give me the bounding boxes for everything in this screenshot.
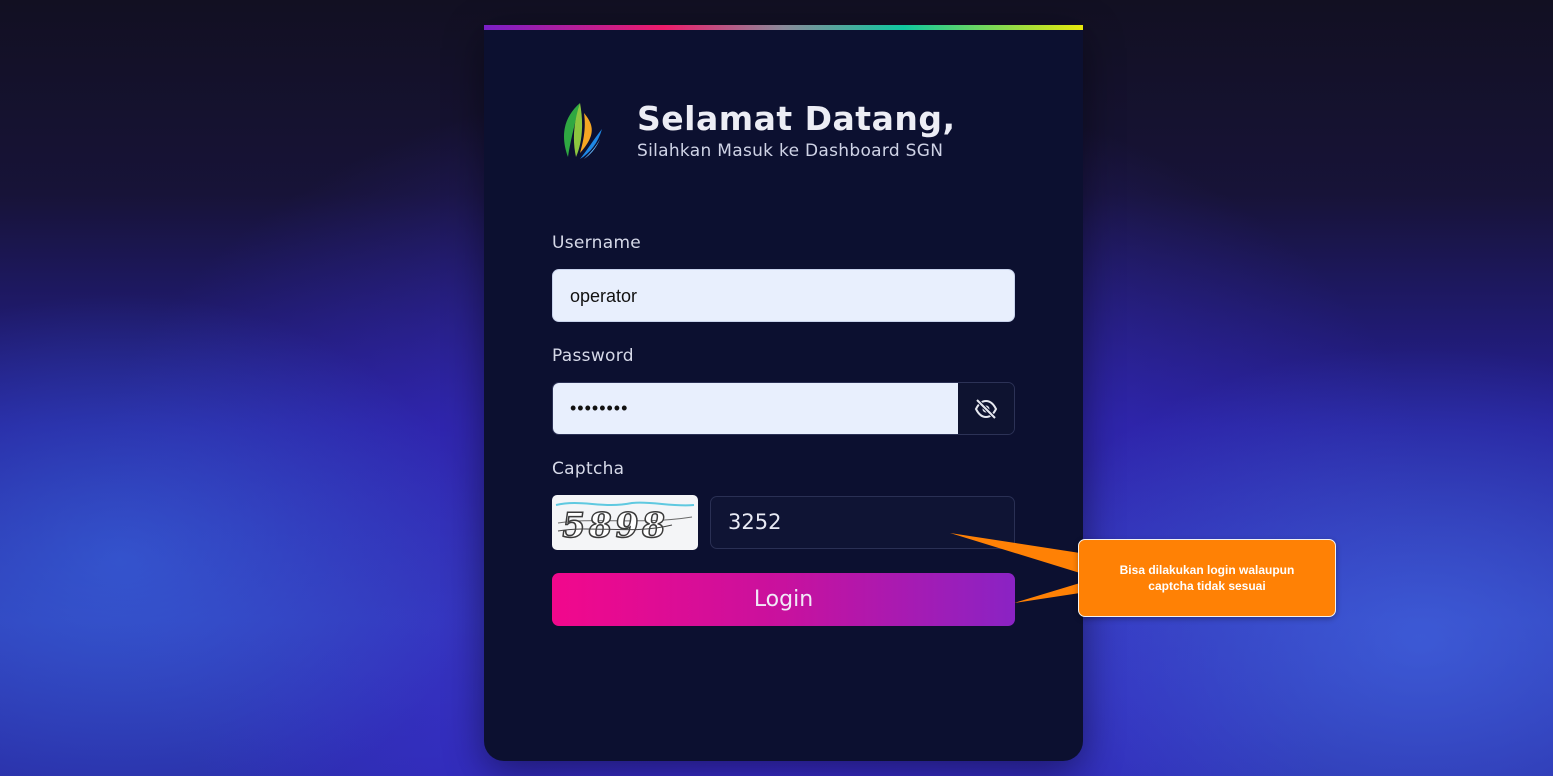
callout-pointer bbox=[950, 533, 1080, 603]
login-card: Selamat Datang, Silahkan Masuk ke Dashbo… bbox=[484, 25, 1083, 761]
captcha-graphic: 5898 bbox=[555, 501, 695, 547]
toggle-password-visibility-button[interactable] bbox=[958, 383, 1014, 434]
eye-slash-icon bbox=[974, 398, 998, 419]
page-subtitle: Silahkan Masuk ke Dashboard SGN bbox=[637, 141, 944, 161]
captcha-label: Captcha bbox=[552, 459, 625, 479]
captcha-image-text: 5898 bbox=[559, 506, 671, 546]
page-title: Selamat Datang, bbox=[637, 99, 956, 138]
captcha-image: 5898 bbox=[552, 495, 698, 550]
username-input[interactable]: operator bbox=[552, 269, 1015, 322]
password-input[interactable]: •••••••• bbox=[553, 383, 958, 434]
password-label: Password bbox=[552, 346, 634, 366]
password-field-group: •••••••• bbox=[552, 382, 1015, 435]
sgn-leaf-logo-icon bbox=[564, 103, 602, 159]
username-label: Username bbox=[552, 233, 642, 253]
annotation-callout: Bisa dilakukan login walaupun captcha ti… bbox=[1078, 539, 1336, 617]
rainbow-top-bar bbox=[484, 25, 1083, 30]
